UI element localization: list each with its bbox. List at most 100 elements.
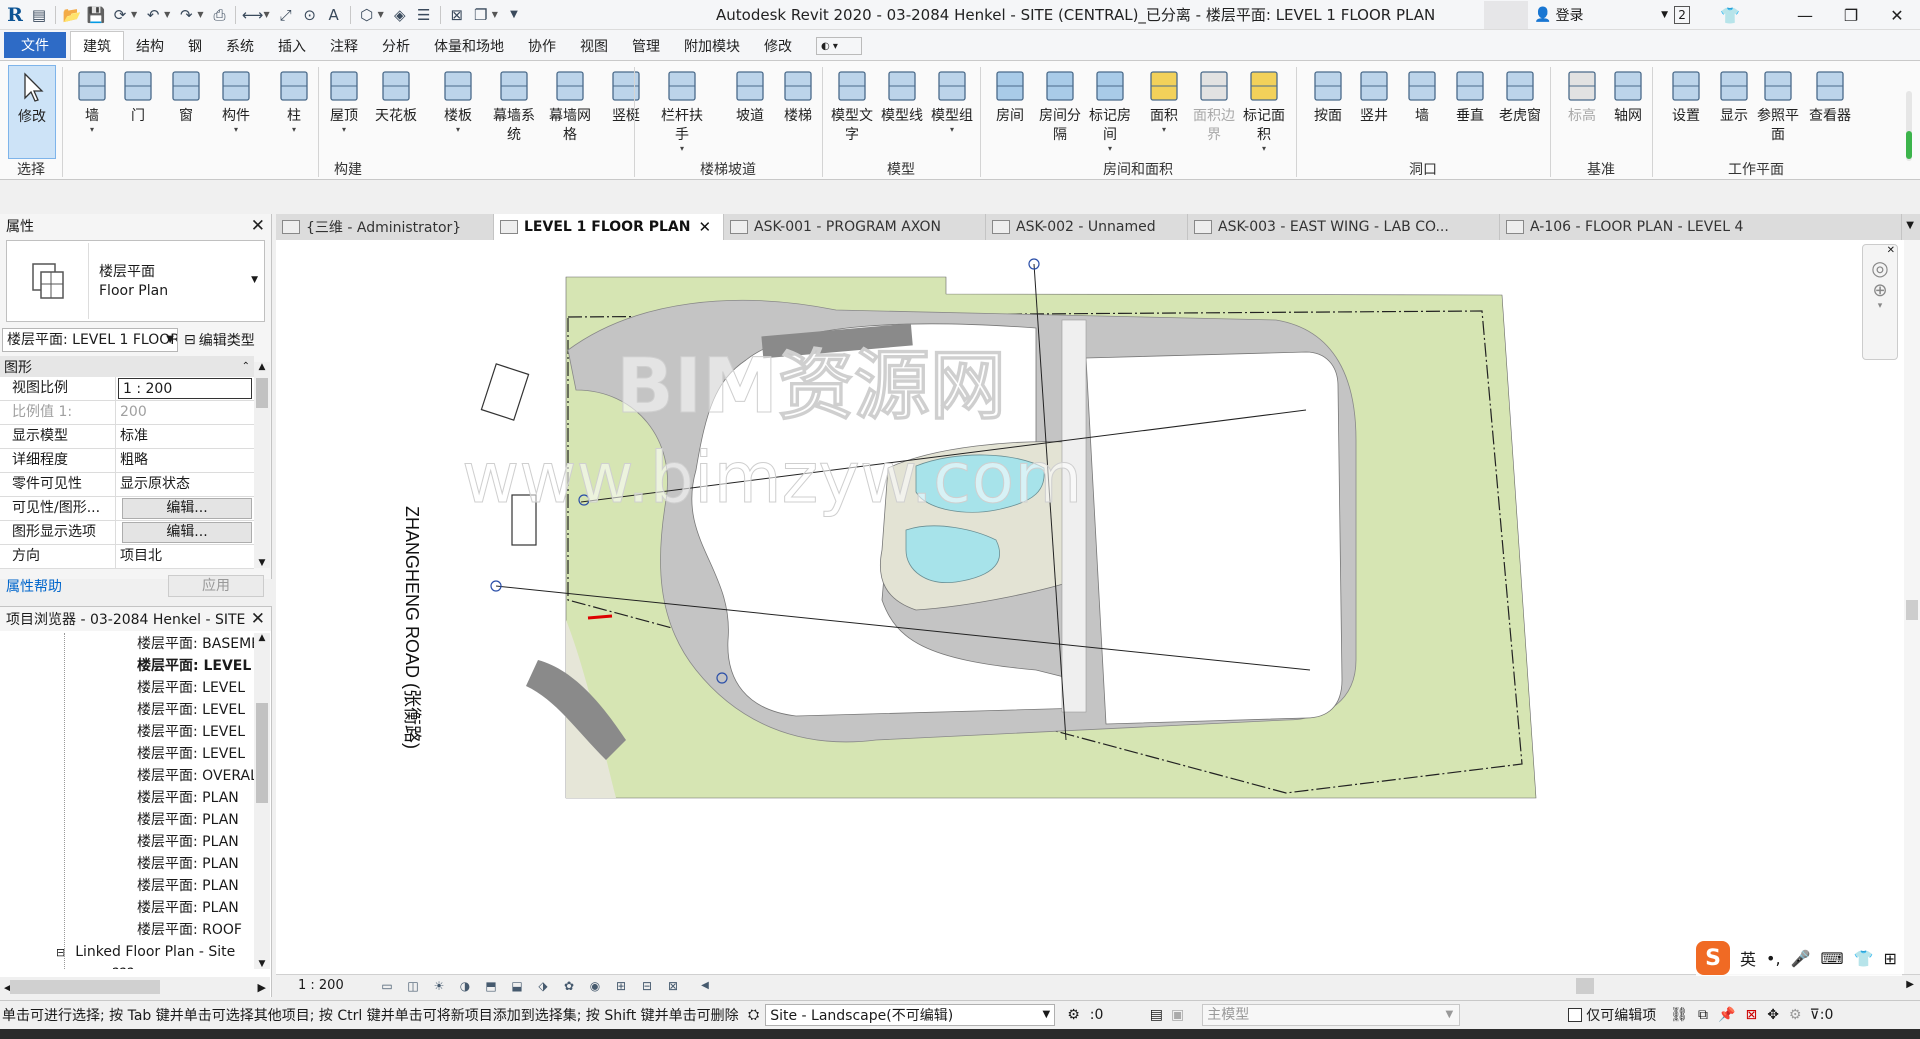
properties-scrollbar[interactable]: ▲ ▼ — [254, 362, 270, 568]
tab-analyze[interactable]: 分析 — [370, 32, 422, 60]
punctuation-icon[interactable]: •, — [1766, 949, 1781, 968]
ribbon-ceiling-button[interactable]: 天花板 — [372, 65, 420, 126]
active-workset-select[interactable]: Site - Landscape(不可编辑) ▼ — [765, 1003, 1056, 1026]
skin-icon[interactable]: 👕 — [1854, 949, 1874, 968]
tree-item[interactable]: 楼层平面: OVERALL — [0, 765, 254, 787]
ribbon-vertical-opening-button[interactable]: 垂直 — [1446, 65, 1494, 126]
panel-label[interactable]: 选择 — [0, 159, 62, 179]
chevron-down-icon[interactable]: ▼ — [1661, 10, 1668, 20]
chevron-down-icon[interactable]: ▾ — [1140, 126, 1188, 134]
visual-style-icon[interactable]: ◫ — [404, 979, 422, 993]
ribbon-window-button[interactable]: 窗 — [162, 65, 210, 126]
restore-button[interactable]: ❐ — [1828, 0, 1874, 30]
ime-language[interactable]: 英 — [1740, 946, 1756, 970]
drawing-canvas[interactable]: BIM资源网 www.bimzyw.com ZHANGHENG ROAD (张衡… — [276, 240, 1904, 974]
autodesk-app-store-icon[interactable]: 👕 — [1720, 6, 1740, 25]
select-links-icon[interactable]: ⛓ — [1670, 1007, 1688, 1023]
sign-in-button[interactable]: 👤 登录 ▼ — [1534, 5, 1674, 25]
worksharing-display-icon[interactable]: ⊞ — [612, 979, 630, 993]
property-value[interactable]: 项目北 — [116, 545, 254, 568]
ribbon-roof-button[interactable]: 屋顶 ▾ — [320, 65, 368, 134]
microphone-icon[interactable]: 🎤 — [1791, 949, 1811, 968]
tree-item[interactable]: 楼层平面: PLAN — [0, 853, 254, 875]
tree-item-active[interactable]: 楼层平面: LEVEL 1 FLOOR PLAN — [0, 655, 254, 677]
canvas-vscrollbar[interactable] — [1904, 240, 1920, 974]
ribbon-wall-opening-button[interactable]: 墙 — [1398, 65, 1446, 126]
view-tab[interactable]: ASK-003 - EAST WING - LAB CO... — [1188, 214, 1500, 240]
switch-windows-icon[interactable]: ❐ — [470, 4, 492, 26]
ribbon-floor-button[interactable]: 楼板 ▾ — [434, 65, 482, 134]
ribbon-column-button[interactable]: 柱 ▾ — [270, 65, 318, 134]
close-icon[interactable]: ✕ — [698, 218, 711, 236]
worksets-icon[interactable]: ⛭ — [748, 1007, 759, 1023]
property-value[interactable]: 标准 — [116, 425, 254, 448]
browser-hscrollbar[interactable]: ◀ ▶ — [0, 977, 270, 997]
chevron-down-icon[interactable]: ▼ — [251, 275, 258, 285]
view-tab[interactable]: ASK-001 - PROGRAM AXON — [724, 214, 986, 240]
select-pinned-icon[interactable]: 📌 — [1718, 1007, 1735, 1023]
select-underlay-icon[interactable]: ⧉ — [1698, 1007, 1708, 1023]
sync-icon[interactable]: ⟳ — [109, 4, 131, 26]
chevron-down-icon[interactable]: ▼ — [378, 10, 384, 19]
tab-steel[interactable]: 钢 — [176, 32, 214, 60]
design-options-icon[interactable]: ▤ — [1150, 1007, 1163, 1023]
view-tab[interactable]: ASK-002 - Unnamed — [986, 214, 1188, 240]
tab-list-icon[interactable]: ▼ — [1906, 220, 1914, 231]
sogou-logo-icon[interactable]: S — [1696, 941, 1730, 975]
property-group-graphics[interactable]: 图形 ⌃ — [0, 356, 254, 377]
ribbon-tag-area-button[interactable]: 标记面积 ▾ — [1240, 65, 1288, 153]
tree-item[interactable]: ??? — [0, 963, 254, 969]
ribbon-grid-button[interactable]: 轴网 — [1604, 65, 1652, 126]
steering-wheel-icon[interactable]: ◎ — [1863, 256, 1897, 280]
editable-icon[interactable]: ⚙ — [1067, 1007, 1080, 1023]
browser-scrollbar[interactable]: ▲ ▼ — [254, 633, 270, 969]
tab-massing-site[interactable]: 体量和场地 — [422, 32, 516, 60]
scroll-right-icon[interactable]: ▶ — [258, 981, 266, 994]
design-option-set-icon[interactable]: ▣ — [1171, 1007, 1184, 1023]
tab-systems[interactable]: 系统 — [214, 32, 266, 60]
help-badge[interactable]: 2 — [1674, 6, 1691, 24]
unlock-3d-icon[interactable]: ⬗ — [534, 979, 552, 993]
property-row[interactable]: 显示模型 标准 — [0, 425, 254, 449]
chevron-down-icon[interactable]: ▾ — [68, 126, 116, 134]
keyboard-icon[interactable]: ⌨ — [1820, 949, 1843, 968]
tree-item[interactable]: 楼层平面: BASEMENT — [0, 633, 254, 655]
ribbon-component-button[interactable]: 构件 ▾ — [212, 65, 260, 134]
ribbon-curtain-system-button[interactable]: 幕墙系统 — [490, 65, 538, 145]
tab-annotate[interactable]: 注释 — [318, 32, 370, 60]
scroll-left-icon[interactable]: ◀ — [696, 979, 714, 993]
property-row[interactable]: 视图比例 1 : 200 — [0, 377, 254, 401]
property-row[interactable]: 方向 项目北 — [0, 545, 254, 569]
scroll-down-icon[interactable]: ▼ — [254, 558, 270, 568]
chevron-down-icon[interactable]: ▾ — [320, 126, 368, 134]
ribbon-area-boundary-button[interactable]: 面积边界 — [1190, 65, 1238, 145]
tab-architecture[interactable]: 建筑 — [70, 31, 124, 60]
tree-item[interactable]: 楼层平面: PLAN — [0, 875, 254, 897]
temp-hide-icon[interactable]: ✿ — [560, 979, 578, 993]
view-tab[interactable]: {三维 - Administrator} — [276, 214, 494, 240]
ribbon-model-text-button[interactable]: 模型文字 — [828, 65, 876, 145]
edit-type-button[interactable]: ⊟ 编辑类型 — [184, 330, 255, 350]
analytical-model-icon[interactable]: ⊟ — [638, 979, 656, 993]
chevron-down-icon[interactable]: ▾ — [928, 126, 976, 134]
panel-label[interactable]: 房间和面积 — [980, 159, 1296, 179]
ribbon-stair-button[interactable]: 楼梯 — [774, 65, 822, 126]
ribbon-scrollbar[interactable] — [1906, 91, 1912, 161]
minimize-button[interactable]: — — [1782, 0, 1828, 30]
view-tab[interactable]: LEVEL 1 FLOOR PLAN ✕ — [494, 214, 724, 240]
ribbon-workplane-set-button[interactable]: 设置 — [1662, 65, 1710, 126]
close-icon[interactable]: ✕ — [251, 609, 265, 629]
app-menu-icon[interactable]: ▤ — [28, 4, 50, 26]
chevron-down-icon[interactable]: ▼ — [197, 10, 203, 19]
ribbon-model-line-button[interactable]: 模型线 — [878, 65, 926, 126]
chevron-down-icon[interactable]: ▼ — [492, 10, 498, 19]
filter-icon[interactable]: ⊽ — [1809, 1007, 1819, 1023]
scroll-thumb[interactable] — [1576, 978, 1594, 994]
tree-item[interactable]: 楼层平面: PLAN — [0, 897, 254, 919]
redo-icon[interactable]: ↷ — [175, 4, 197, 26]
view-scale-field[interactable]: 1 : 200 — [118, 378, 252, 399]
ribbon-wall-button[interactable]: 墙 ▾ — [68, 65, 116, 134]
vg-edit-button[interactable]: 编辑... — [122, 498, 252, 519]
select-by-face-icon[interactable]: ⊠ — [1745, 1007, 1757, 1023]
design-option-select[interactable]: 主模型 ▼ — [1202, 1003, 1461, 1026]
